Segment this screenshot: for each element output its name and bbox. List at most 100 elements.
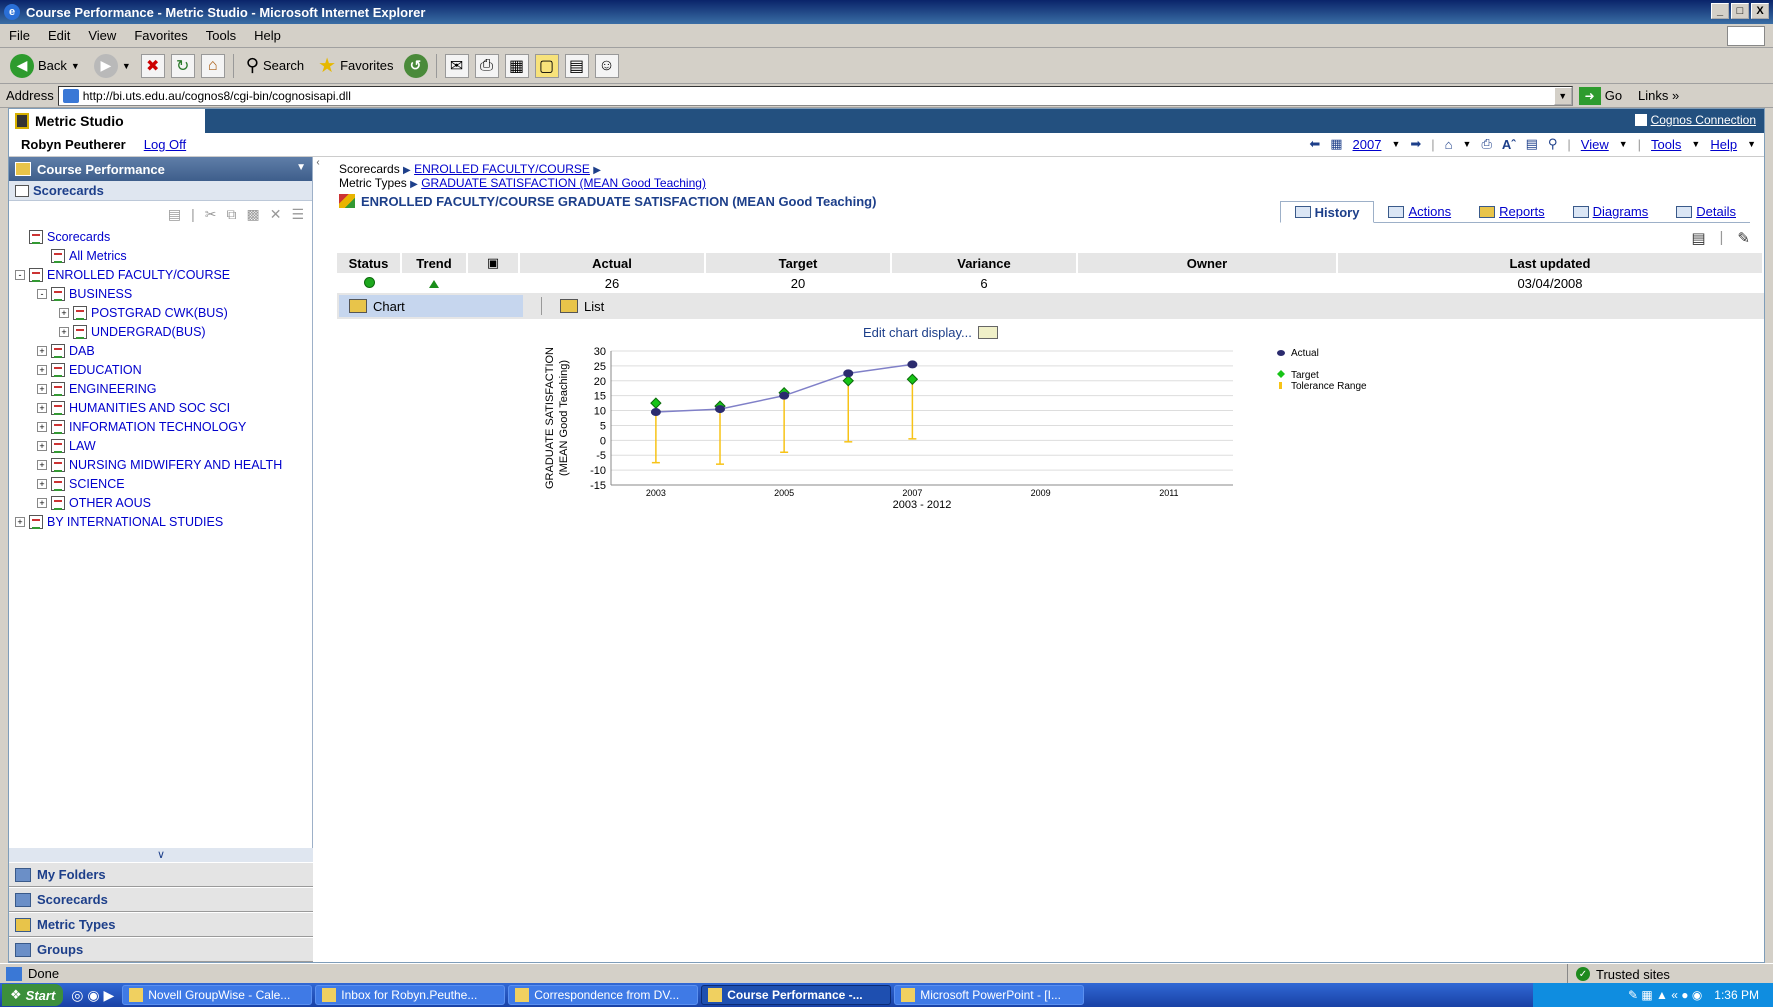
home-icon[interactable]: ⌂ [1445, 137, 1453, 152]
tree-item[interactable]: + LAW [15, 436, 312, 455]
menu-favorites[interactable]: Favorites [125, 28, 196, 43]
chart-view-button[interactable]: Chart [339, 295, 523, 317]
search-icon[interactable]: ⚲ [1548, 136, 1558, 152]
chevron-down-icon[interactable]: ▼ [1619, 139, 1628, 149]
menu-help[interactable]: Help [245, 28, 290, 43]
print-icon[interactable]: ⎙ [474, 53, 499, 78]
taskbar-item[interactable]: Correspondence from DV... [508, 985, 699, 1005]
home-icon[interactable]: ⌂ [200, 53, 225, 78]
tree-item[interactable]: + BY INTERNATIONAL STUDIES [15, 512, 312, 531]
edit-chart-display-link[interactable]: Edit chart display... [863, 325, 998, 340]
tree-item[interactable]: + EDUCATION [15, 360, 312, 379]
accordion-groups[interactable]: Groups [9, 937, 313, 962]
edit-pencil-icon[interactable]: ✎ [1737, 229, 1750, 247]
expand-icon[interactable]: + [37, 345, 47, 356]
accordion-scorecards[interactable]: Scorecards [9, 887, 313, 912]
address-input[interactable]: http://bi.uts.edu.au/cognos8/cgi-bin/cog… [57, 85, 1573, 106]
expand-icon[interactable]: + [37, 440, 47, 451]
accordion-metric-types[interactable]: Metric Types [9, 912, 313, 937]
breadcrumb-metric-type-link[interactable]: GRADUATE SATISFACTION (MEAN Good Teachin… [421, 176, 706, 190]
minimize-button[interactable]: _ [1711, 3, 1729, 19]
breadcrumb-scorecard-link[interactable]: ENROLLED FACULTY/COURSE [414, 162, 590, 176]
menu-view[interactable]: View [79, 28, 125, 43]
tab-diagrams[interactable]: Diagrams [1558, 201, 1663, 223]
mail-icon[interactable]: ✉ [444, 53, 469, 78]
add-to-watchlist-icon[interactable]: ▤ [1691, 229, 1705, 247]
taskbar-item[interactable]: Course Performance -... [701, 985, 892, 1005]
tree-item[interactable]: - BUSINESS [15, 284, 312, 303]
view-menu[interactable]: View [1581, 137, 1609, 152]
tab-reports[interactable]: Reports [1465, 201, 1559, 223]
properties-icon[interactable]: ☰ [291, 206, 304, 223]
back-button[interactable]: ◀ Back ▼ [6, 53, 84, 78]
quick-launch-icon[interactable]: ◎ ◉ ▶ [71, 987, 114, 1004]
maximize-button[interactable]: □ [1731, 3, 1749, 19]
pane-splitter-icon[interactable]: ‹ [313, 157, 323, 187]
links-button[interactable]: Links » [1638, 88, 1679, 103]
expand-icon[interactable]: + [15, 516, 25, 527]
tab-history[interactable]: History [1279, 201, 1375, 223]
menu-file[interactable]: File [0, 28, 39, 43]
tree-item[interactable]: + ENGINEERING [15, 379, 312, 398]
close-button[interactable]: X [1751, 3, 1769, 19]
tab-details[interactable]: Details [1662, 201, 1750, 223]
next-period-icon[interactable]: ➡ [1410, 136, 1421, 152]
cut-icon[interactable]: ✂ [205, 206, 217, 223]
expand-icon[interactable]: + [37, 459, 47, 470]
expand-icon[interactable]: + [37, 421, 47, 432]
book-icon[interactable]: ▤ [1526, 136, 1538, 152]
expand-icon[interactable]: + [59, 307, 69, 318]
copy-icon[interactable]: ⧉ [226, 206, 236, 223]
help-menu[interactable]: Help [1710, 137, 1737, 152]
expand-icon[interactable]: + [37, 402, 47, 413]
tab-actions[interactable]: Actions [1374, 201, 1466, 223]
search-button[interactable]: ⚲ Search [242, 55, 308, 76]
forward-button[interactable]: ▶ ▼ [90, 53, 135, 78]
taskbar-item[interactable]: Novell GroupWise - Cale... [122, 985, 313, 1005]
year-selector[interactable]: 2007 [1353, 137, 1382, 152]
font-size-icon[interactable]: Aˆ [1502, 137, 1516, 152]
expand-icon[interactable]: + [37, 478, 47, 489]
taskbar-item[interactable]: Inbox for Robyn.Peuthe... [315, 985, 506, 1005]
stop-icon[interactable]: ✖ [140, 53, 165, 78]
tree-item[interactable]: + UNDERGRAD(BUS) [15, 322, 312, 341]
delete-icon[interactable]: ✕ [270, 206, 282, 223]
refresh-icon[interactable]: ↻ [170, 53, 195, 78]
menu-edit[interactable]: Edit [39, 28, 79, 43]
tree-item[interactable]: + OTHER AOUS [15, 493, 312, 512]
tree-item[interactable]: + SCIENCE [15, 474, 312, 493]
accordion-my-folders[interactable]: My Folders [9, 862, 313, 887]
collapse-icon[interactable]: - [37, 288, 47, 299]
list-view-button[interactable]: List [560, 295, 604, 317]
previous-period-icon[interactable]: ⬅ [1309, 136, 1320, 152]
research-icon[interactable]: ▤ [564, 53, 589, 78]
print-icon[interactable]: ⎙ [1481, 136, 1491, 152]
address-dropdown-icon[interactable]: ▼ [1553, 86, 1572, 105]
expand-icon[interactable]: + [37, 383, 47, 394]
chevron-down-icon[interactable]: ▼ [1747, 139, 1756, 149]
go-button[interactable]: ➜ Go [1578, 86, 1622, 105]
paste-icon[interactable]: ▩ [246, 206, 259, 223]
collapse-icon[interactable]: - [15, 269, 25, 280]
expand-icon[interactable]: + [37, 497, 47, 508]
chevron-down-icon[interactable]: ▼ [1391, 139, 1400, 149]
taskbar-item[interactable]: Microsoft PowerPoint - [I... [894, 985, 1085, 1005]
menu-tools[interactable]: Tools [197, 28, 245, 43]
tree-item[interactable]: All Metrics [15, 246, 312, 265]
tools-menu[interactable]: Tools [1651, 137, 1681, 152]
history-icon[interactable]: ↺ [403, 53, 428, 78]
logoff-link[interactable]: Log Off [144, 137, 186, 152]
new-scorecard-icon[interactable]: ▤ [168, 206, 181, 223]
expand-icon[interactable]: + [37, 364, 47, 375]
start-button[interactable]: ❖ Start [2, 984, 64, 1006]
tree-item[interactable]: + POSTGRAD CWK(BUS) [15, 303, 312, 322]
messenger-icon[interactable]: ☺ [594, 53, 619, 78]
cognos-connection-link[interactable]: Cognos Connection [1634, 113, 1756, 127]
tree-item[interactable]: Scorecards [15, 227, 312, 246]
edit-icon[interactable]: ▦ [504, 53, 529, 78]
tree-item[interactable]: + NURSING MIDWIFERY AND HEALTH [15, 455, 312, 474]
scorecard-selector[interactable]: Course Performance ▼ [9, 157, 312, 181]
discuss-icon[interactable]: ▢ [534, 53, 559, 78]
chevron-down-icon[interactable]: ▼ [1463, 139, 1472, 149]
tree-item[interactable]: + INFORMATION TECHNOLOGY [15, 417, 312, 436]
